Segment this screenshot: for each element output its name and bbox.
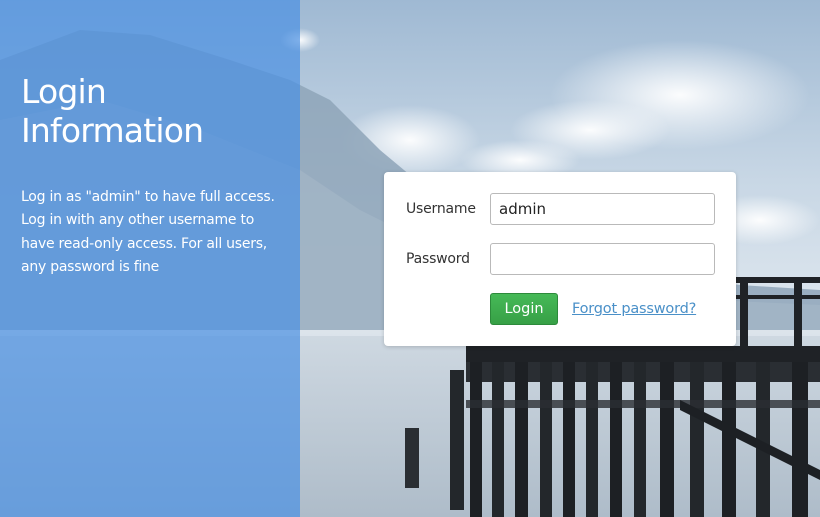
info-description: Log in as "admin" to have full access. L… (21, 189, 275, 275)
login-button[interactable]: Login (490, 293, 558, 325)
forgot-password-link[interactable]: Forgot password? (572, 301, 696, 317)
username-label: Username (406, 201, 476, 217)
info-panel: Login Information Log in as "admin" to h… (0, 0, 300, 517)
username-input[interactable] (490, 193, 715, 225)
info-title: Login Information (21, 72, 281, 150)
password-label: Password (406, 251, 470, 267)
login-card: Username Password Login Forgot password? (384, 172, 736, 346)
password-input[interactable] (490, 243, 715, 275)
info-title-line1: Login (21, 72, 107, 111)
info-title-line2: Information (21, 111, 204, 150)
